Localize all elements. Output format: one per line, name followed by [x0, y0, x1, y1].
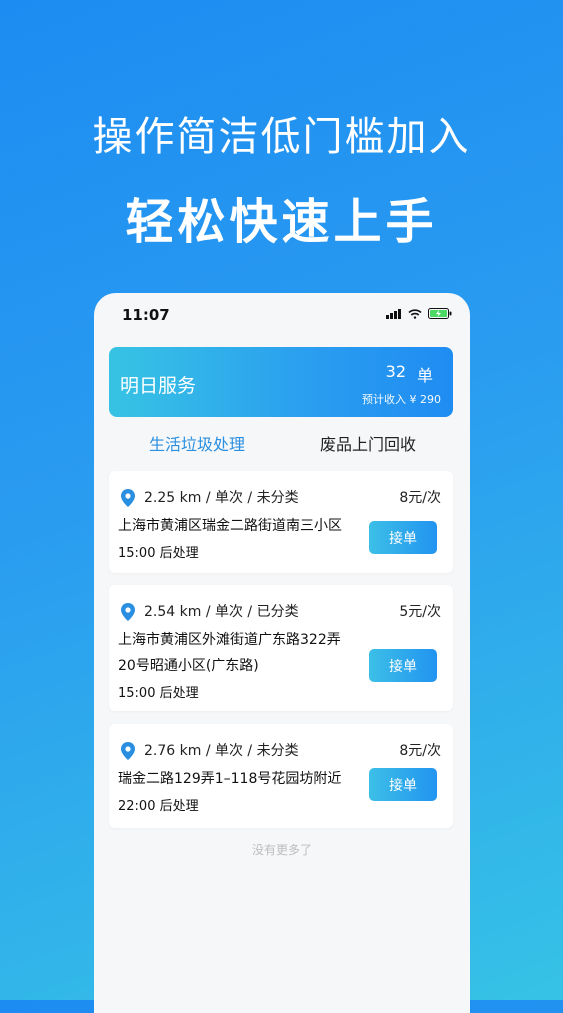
signal-icon — [386, 308, 401, 319]
order-time: 15:00 后处理 — [118, 546, 199, 561]
location-pin-icon — [121, 742, 135, 760]
accept-order-button[interactable]: 接单 — [369, 649, 437, 682]
accept-order-button[interactable]: 接单 — [369, 521, 437, 554]
location-pin-icon — [121, 603, 135, 621]
tab-recyclables-pickup[interactable]: 废品上门回收 — [320, 431, 416, 455]
order-address-line: 上海市黄浦区瑞金二路街道南三小区 — [118, 518, 342, 534]
order-meta: 2.25 km / 单次 / 未分类 — [144, 490, 299, 506]
order-meta: 2.76 km / 单次 / 未分类 — [144, 743, 299, 759]
wifi-icon — [408, 308, 422, 319]
order-card: 2.25 km / 单次 / 未分类 8元/次 上海市黄浦区瑞金二路街道南三小区… — [109, 471, 453, 573]
no-more-indicator: 没有更多了 — [251, 843, 312, 857]
order-address: 上海市黄浦区瑞金二路街道南三小区 — [118, 513, 368, 539]
order-card: 2.54 km / 单次 / 已分类 5元/次 上海市黄浦区外滩街道广东路322… — [109, 585, 453, 711]
order-count: 32 — [385, 362, 406, 381]
tab-household-waste[interactable]: 生活垃圾处理 — [149, 431, 245, 455]
order-meta: 2.54 km / 单次 / 已分类 — [144, 604, 299, 620]
status-icons — [386, 308, 452, 319]
headline-line-2: 轻松快速上手 — [125, 194, 438, 250]
order-address: 瑞金二路129弄1–118号花园坊附近 — [118, 766, 368, 792]
order-address-line: 20号昭通小区(广东路) — [118, 658, 259, 674]
order-count-unit: 单 — [416, 366, 433, 385]
order-price: 8元/次 — [399, 743, 441, 759]
accept-order-button[interactable]: 接单 — [369, 768, 437, 801]
order-time: 15:00 后处理 — [118, 686, 199, 701]
phone-screen: 11:07 明日服务 32 单 预计收入 ¥ 290 生活垃圾处理 废品上门回收… — [94, 293, 470, 1013]
order-price: 5元/次 — [399, 604, 441, 620]
status-bar: 11:07 — [94, 293, 470, 337]
order-card: 2.76 km / 单次 / 未分类 8元/次 瑞金二路129弄1–118号花园… — [109, 724, 453, 828]
battery-charging-icon — [428, 308, 452, 319]
location-pin-icon — [121, 489, 135, 507]
summary-title: 明日服务 — [120, 375, 197, 397]
headline-line-1: 操作简洁低门槛加入 — [92, 114, 471, 160]
order-time: 22:00 后处理 — [118, 799, 199, 814]
tomorrow-service-summary[interactable]: 明日服务 32 单 预计收入 ¥ 290 — [109, 347, 453, 417]
order-address: 上海市黄浦区外滩街道广东路322弄 20号昭通小区(广东路) — [118, 627, 368, 679]
order-price: 8元/次 — [399, 490, 441, 506]
estimated-income: 预计收入 ¥ 290 — [362, 393, 441, 406]
order-address-line: 上海市黄浦区外滩街道广东路322弄 — [118, 632, 341, 648]
category-tabs: 生活垃圾处理 废品上门回收 — [94, 431, 470, 461]
order-address-line: 瑞金二路129弄1–118号花园坊附近 — [118, 771, 342, 787]
status-time: 11:07 — [122, 306, 170, 324]
